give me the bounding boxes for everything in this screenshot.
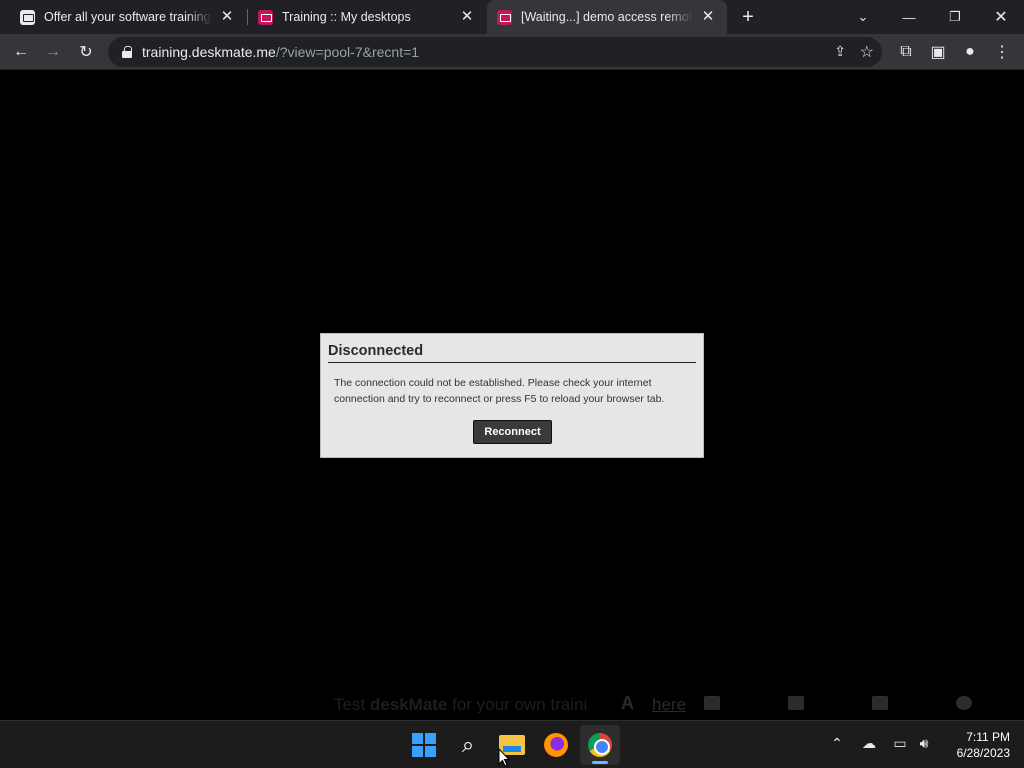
- taskbar-search-icon[interactable]: ⌕: [448, 725, 488, 765]
- new-tab-button[interactable]: +: [738, 6, 758, 28]
- print-icon[interactable]: [788, 696, 804, 710]
- start-button[interactable]: [404, 725, 444, 765]
- clock-time: 7:11 PM: [966, 730, 1010, 744]
- minimize-button[interactable]: —: [886, 0, 932, 34]
- network-icon[interactable]: ▭: [890, 735, 910, 752]
- tab-strip: Offer all your software trainings a ✕ Tr…: [0, 0, 1024, 34]
- firefox-button[interactable]: [536, 725, 576, 765]
- tab-favicon-icon: [20, 9, 35, 25]
- page-viewport: Disconnected The connection could not be…: [0, 70, 1024, 720]
- clipboard-icon[interactable]: [704, 696, 720, 710]
- tab-my-desktops[interactable]: Training :: My desktops ✕: [248, 0, 486, 34]
- storage-icon[interactable]: [872, 696, 888, 710]
- taskbar-clock[interactable]: 7:11 PM 6/28/2023: [944, 729, 1010, 761]
- close-icon[interactable]: ✕: [458, 8, 476, 26]
- remote-footer-toolbar: Test deskMate for your own traini A here: [0, 691, 1024, 717]
- address-host: training.deskmate.me: [142, 44, 276, 60]
- firefox-icon: [544, 733, 568, 757]
- window-close-button[interactable]: ✕: [978, 0, 1024, 34]
- address-bar[interactable]: training.deskmate.me/?view=pool-7&recnt=…: [108, 37, 882, 67]
- mouse-cursor-icon: [498, 748, 510, 767]
- restore-button[interactable]: ❐: [932, 0, 978, 34]
- settings-gear-icon[interactable]: [956, 696, 972, 710]
- close-icon[interactable]: ✕: [699, 8, 717, 26]
- bookmark-star-icon[interactable]: ☆: [860, 42, 874, 62]
- address-path: /?view=pool-7&recnt=1: [275, 44, 420, 60]
- footer-promo-text: Test deskMate for your own traini: [334, 695, 588, 714]
- more-menu-icon[interactable]: ⋮: [989, 39, 1015, 65]
- tab-waiting-demo-access[interactable]: [Waiting...] demo access remote t ✕: [487, 0, 727, 34]
- disconnected-dialog: Disconnected The connection could not be…: [320, 333, 704, 458]
- extensions-puzzle-icon[interactable]: ⧉: [893, 39, 919, 65]
- windows-taskbar: ⌕ ⌃ ☁ ▭ 🔊︎ 7:11 PM 6/28/2023: [0, 720, 1024, 768]
- tab-favicon-icon: [497, 9, 512, 25]
- tab-title: [Waiting...] demo access remote t: [521, 10, 693, 24]
- volume-icon[interactable]: 🔊︎: [914, 735, 934, 752]
- tab-title: Training :: My desktops: [282, 10, 411, 24]
- close-icon[interactable]: ✕: [218, 8, 236, 26]
- share-icon[interactable]: ⇪: [834, 43, 846, 60]
- onedrive-offline-icon[interactable]: ☁: [859, 735, 879, 752]
- reconnect-button[interactable]: Reconnect: [473, 420, 552, 444]
- browser-toolbar: ← → ↻ training.deskmate.me/?view=pool-7&…: [0, 34, 1024, 70]
- lock-icon[interactable]: [122, 46, 132, 58]
- side-panel-icon[interactable]: ▣: [925, 39, 951, 65]
- chrome-icon: [588, 733, 612, 757]
- font-size-icon[interactable]: A: [621, 693, 634, 714]
- dialog-message: The connection could not be established.…: [334, 377, 665, 405]
- chrome-button[interactable]: [580, 725, 620, 765]
- active-app-indicator: [592, 761, 608, 764]
- tab-favicon-icon: [258, 9, 273, 25]
- show-hidden-icons-chevron-up-icon[interactable]: ⌃: [827, 735, 847, 752]
- tab-offer-trainings[interactable]: Offer all your software trainings a ✕: [0, 0, 246, 34]
- dialog-title: Disconnected: [328, 343, 696, 363]
- clock-date: 6/28/2023: [956, 746, 1010, 760]
- reload-button[interactable]: ↻: [73, 39, 99, 65]
- profile-avatar-icon[interactable]: ●: [957, 39, 983, 65]
- windows-logo-icon: [412, 733, 436, 757]
- tab-title: Offer all your software trainings a: [44, 10, 212, 24]
- forward-button[interactable]: →: [40, 39, 66, 65]
- tab-search-chevron-down-icon[interactable]: ⌄: [840, 0, 886, 34]
- back-button[interactable]: ←: [8, 39, 34, 65]
- footer-here-link[interactable]: here: [652, 695, 686, 715]
